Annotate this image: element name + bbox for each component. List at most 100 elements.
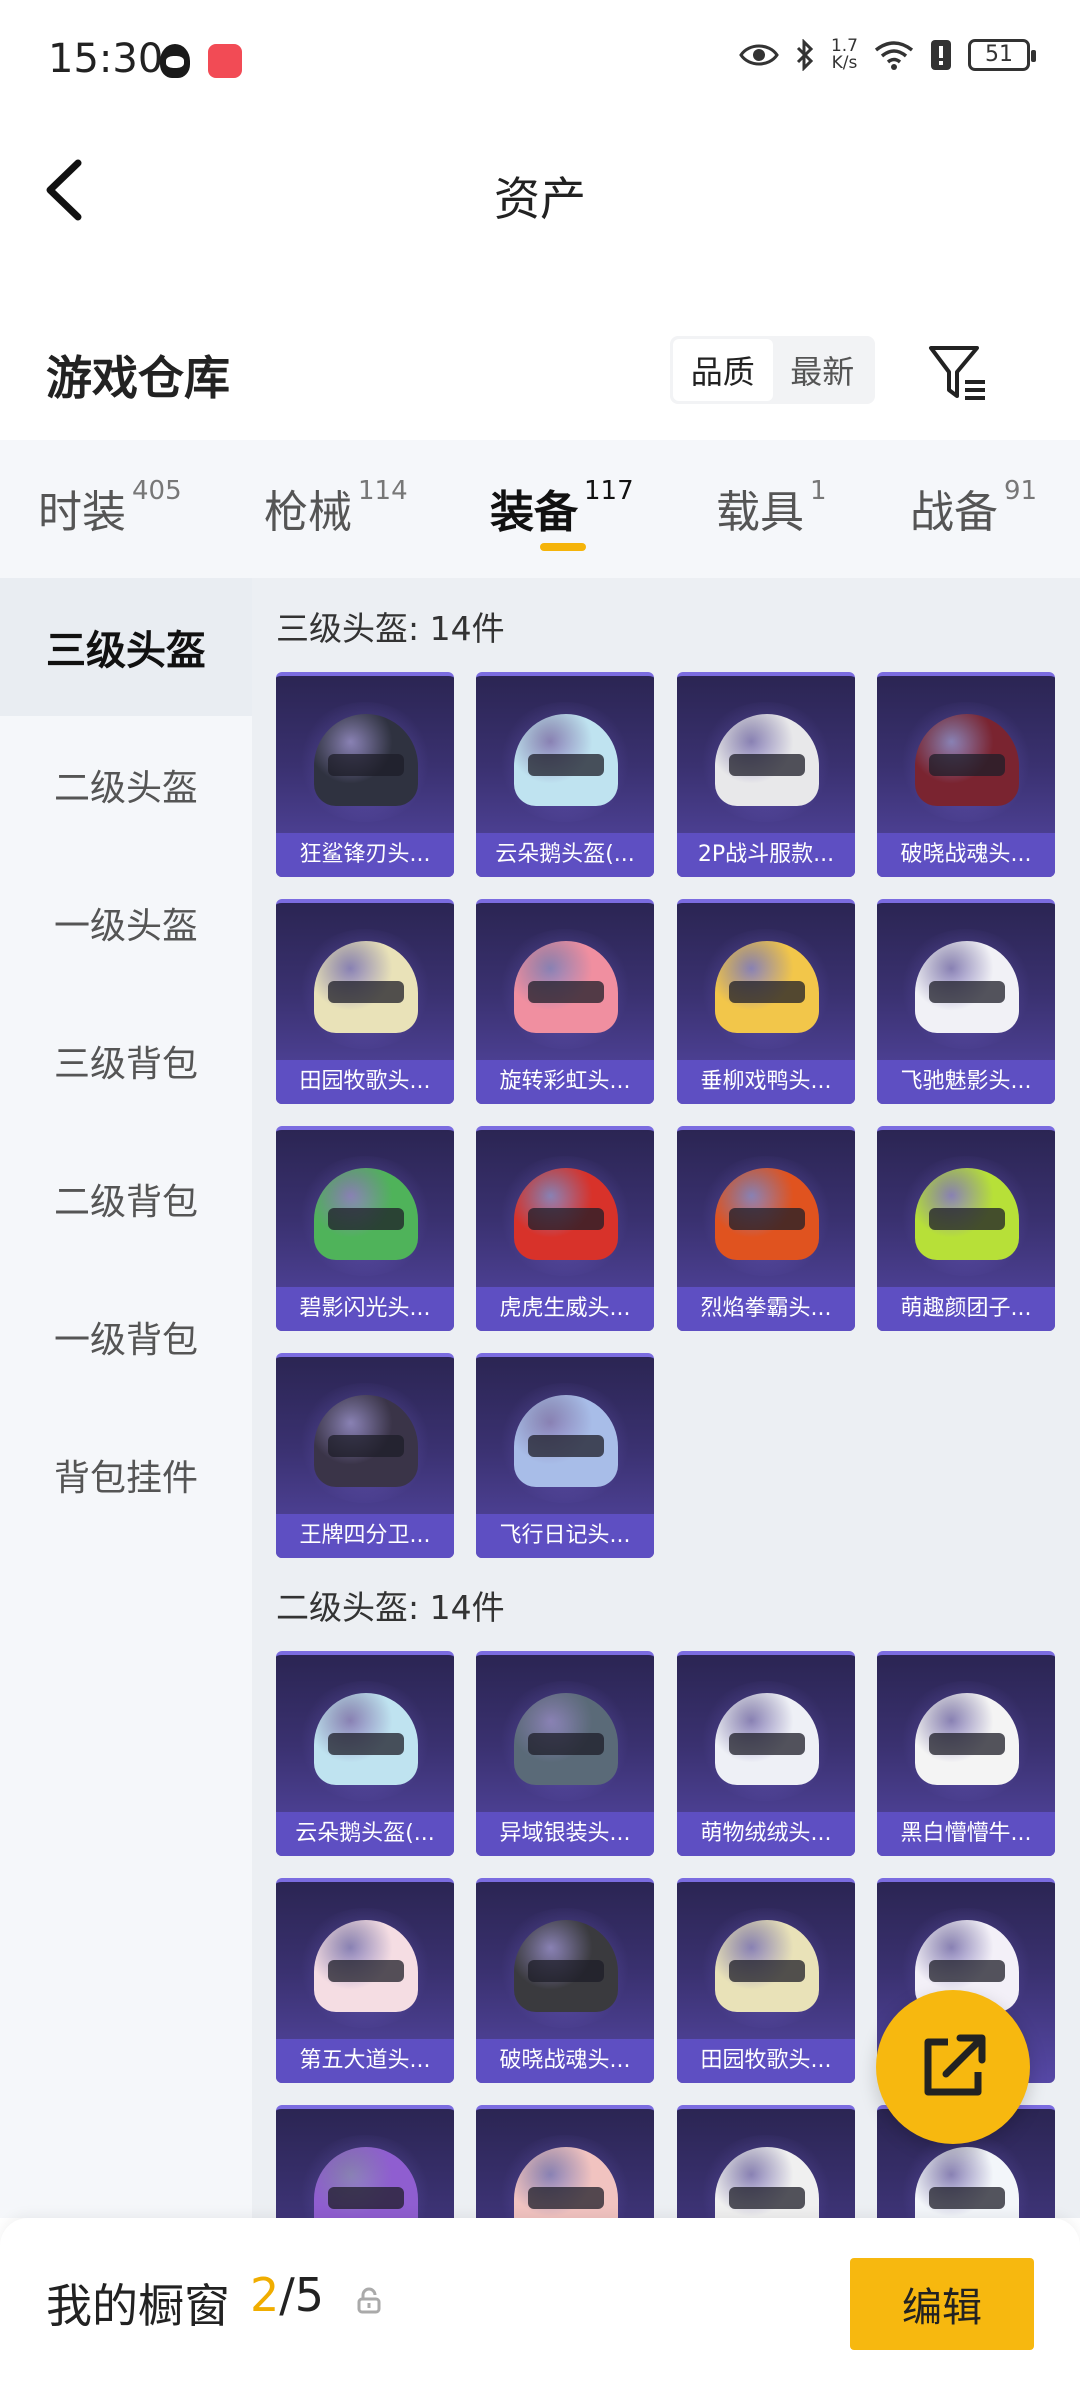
category-tabs: 时装 405 枪械 114 装备 117 载具 1 战备 91 <box>0 440 1080 578</box>
filter-button[interactable] <box>925 340 991 406</box>
share-external-icon <box>924 2034 986 2096</box>
item-card[interactable]: 旋转彩虹头... <box>476 899 654 1104</box>
tab-label: 装备 <box>490 487 578 538</box>
section-title-level3-helmet: 三级头盔: 14件 <box>276 609 505 648</box>
item-name: 萌趣颜团子... <box>877 1287 1055 1331</box>
filter-icon <box>929 346 985 400</box>
tab-label: 时装 <box>38 487 126 538</box>
share-button[interactable] <box>876 1990 1030 2144</box>
item-name: 飞驰魅影头... <box>877 1060 1055 1104</box>
item-card[interactable]: 萌趣颜团子... <box>877 1126 1055 1331</box>
item-card[interactable]: 云朵鹅头盔(... <box>276 1651 454 1856</box>
showcase-current: 2 <box>250 2268 280 2322</box>
sidebar-item-level3-backpack[interactable]: 三级背包 <box>0 992 252 1130</box>
item-name: 垂柳戏鸭头... <box>677 1060 855 1104</box>
item-card[interactable]: 异域银装头... <box>476 1651 654 1856</box>
item-card[interactable]: 飞驰魅影头... <box>877 899 1055 1104</box>
helmet-visor <box>528 754 604 776</box>
helmet-visor <box>328 1733 404 1755</box>
network-speed-unit: K/s <box>831 53 858 73</box>
battery-indicator: 51 <box>968 39 1036 71</box>
item-card[interactable]: 云朵鹅头盔(... <box>476 672 654 877</box>
item-card[interactable] <box>677 2105 855 2218</box>
tab-fashion[interactable]: 时装 405 <box>38 476 182 540</box>
item-name: 云朵鹅头盔(... <box>276 1812 454 1856</box>
item-card[interactable]: 田园牧歌头... <box>276 899 454 1104</box>
item-card[interactable]: 萌物绒绒头... <box>677 1651 855 1856</box>
item-name: 烈焰拳霸头... <box>677 1287 855 1331</box>
item-card[interactable] <box>476 2105 654 2218</box>
helmet-visor <box>328 1208 404 1230</box>
item-card[interactable]: 黑白懵懵牛... <box>877 1651 1055 1856</box>
item-name: 破晓战魂头... <box>877 833 1055 877</box>
notification-app-icon <box>208 44 242 78</box>
section-title-level2-helmet: 二级头盔: 14件 <box>276 1588 505 1627</box>
item-name: 田园牧歌头... <box>276 1060 454 1104</box>
tab-label: 战备 <box>910 487 998 538</box>
active-tab-indicator <box>540 543 586 551</box>
item-card[interactable]: 2P战斗服款... <box>677 672 855 877</box>
item-card[interactable]: 破晓战魂头... <box>476 1878 654 2083</box>
helmet-visor <box>729 1960 805 1982</box>
helmet-visor <box>528 1733 604 1755</box>
page-title: 资产 <box>494 172 586 226</box>
item-card[interactable]: 田园牧歌头... <box>677 1878 855 2083</box>
tab-count: 114 <box>358 476 408 506</box>
item-card[interactable]: 碧影闪光头... <box>276 1126 454 1331</box>
sidebar-item-level2-helmet[interactable]: 二级头盔 <box>0 716 252 854</box>
helmet-visor <box>328 981 404 1003</box>
item-name: 第五大道头... <box>276 2039 454 2083</box>
helmet-visor <box>729 754 805 776</box>
status-bar: 15:30 1.7 K/s 51 <box>0 0 1080 125</box>
helmet-visor <box>528 1208 604 1230</box>
showcase-title: 我的橱窗 <box>46 2279 230 2333</box>
title-bar: 资产 <box>0 125 1080 255</box>
sort-option-newest[interactable]: 最新 <box>773 339 873 401</box>
item-card[interactable]: 虎虎生威头... <box>476 1126 654 1331</box>
sort-toggle: 品质 最新 <box>670 336 875 404</box>
tab-label: 枪械 <box>264 487 352 538</box>
item-card[interactable]: 破晓战魂头... <box>877 672 1055 877</box>
edit-button[interactable]: 编辑 <box>850 2258 1034 2350</box>
item-name: 虎虎生威头... <box>476 1287 654 1331</box>
helmet-visor <box>328 754 404 776</box>
helmet-visor <box>729 981 805 1003</box>
item-name: 旋转彩虹头... <box>476 1060 654 1104</box>
tab-vehicles[interactable]: 载具 1 <box>716 476 827 540</box>
sidebar-item-level2-backpack[interactable]: 二级背包 <box>0 1130 252 1268</box>
sidebar-item-level3-helmet[interactable]: 三级头盔 <box>0 578 252 716</box>
item-card[interactable]: 第五大道头... <box>276 1878 454 2083</box>
item-card[interactable]: 王牌四分卫... <box>276 1353 454 1558</box>
item-card[interactable]: 烈焰拳霸头... <box>677 1126 855 1331</box>
helmet-visor <box>528 1435 604 1457</box>
tab-equipment[interactable]: 装备 117 <box>490 476 634 540</box>
item-card[interactable] <box>276 2105 454 2218</box>
status-icons: 1.7 K/s 51 <box>739 38 1036 72</box>
helmet-visor <box>929 1960 1005 1982</box>
item-card[interactable]: 垂柳戏鸭头... <box>677 899 855 1104</box>
helmet-visor <box>328 1435 404 1457</box>
tab-supplies[interactable]: 战备 91 <box>910 476 1037 540</box>
sidebar-item-backpack-charm[interactable]: 背包挂件 <box>0 1406 252 1544</box>
item-card[interactable]: 狂鲨锋刃头... <box>276 672 454 877</box>
qq-icon <box>160 44 190 78</box>
sidebar-item-level1-helmet[interactable]: 一级头盔 <box>0 854 252 992</box>
tab-weapons[interactable]: 枪械 114 <box>264 476 408 540</box>
tab-count: 405 <box>132 476 182 506</box>
item-name: 田园牧歌头... <box>677 2039 855 2083</box>
sort-option-quality[interactable]: 品质 <box>673 339 773 401</box>
bluetooth-icon <box>795 38 815 72</box>
helmet-visor <box>328 1960 404 1982</box>
alert-icon <box>930 38 952 72</box>
item-card[interactable]: 飞行日记头... <box>476 1353 654 1558</box>
network-speed-indicator: 1.7 K/s <box>831 38 858 72</box>
sidebar-item-level1-backpack[interactable]: 一级背包 <box>0 1268 252 1406</box>
helmet-visor <box>729 1208 805 1230</box>
item-name: 狂鲨锋刃头... <box>276 833 454 877</box>
item-name: 碧影闪光头... <box>276 1287 454 1331</box>
tab-label: 载具 <box>716 487 804 538</box>
helmet-visor <box>528 2187 604 2209</box>
showcase-count: 2/5 <box>250 2268 324 2322</box>
item-name: 王牌四分卫... <box>276 1514 454 1558</box>
helmet-visor <box>729 1733 805 1755</box>
